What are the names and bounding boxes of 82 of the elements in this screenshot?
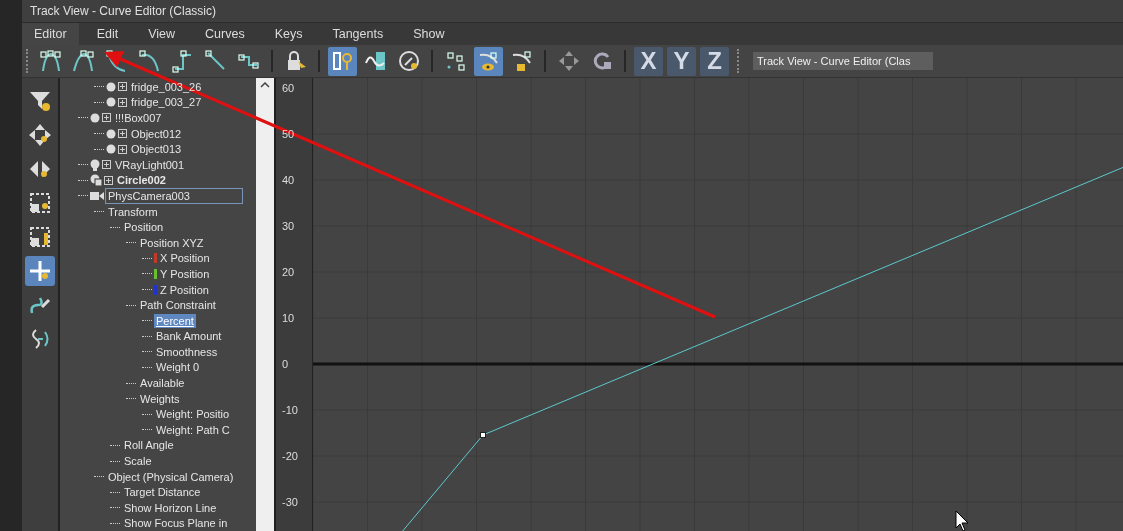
- scrollbar[interactable]: [256, 78, 274, 531]
- tree-item[interactable]: Show Focus Plane in: [122, 516, 230, 531]
- wave-icon: [363, 49, 388, 73]
- add-keys-icon: [28, 259, 52, 283]
- tree-item[interactable]: fridge_003_27: [129, 95, 204, 110]
- axis-label: -20: [281, 450, 298, 462]
- tree-item[interactable]: Scale: [122, 454, 154, 469]
- axis-label: -30: [281, 496, 298, 508]
- scroll-up-icon[interactable]: [260, 82, 270, 88]
- key-icon: [330, 49, 355, 73]
- curve-key[interactable]: [480, 432, 486, 438]
- name-field[interactable]: Track View - Curve Editor (Clas: [753, 52, 933, 70]
- expand-icon[interactable]: [102, 113, 111, 123]
- tree-item[interactable]: Object (Physical Camera): [106, 469, 236, 484]
- tree-item[interactable]: Weight: Positio: [154, 407, 232, 422]
- sphere-icon: [106, 97, 116, 108]
- tree-item[interactable]: X Position: [158, 251, 212, 266]
- axis-label: 60: [281, 82, 295, 94]
- tree-item[interactable]: Weight: Path C: [154, 422, 232, 437]
- sphere-icon: [90, 113, 100, 123]
- tree-item[interactable]: Weight 0: [154, 360, 202, 375]
- sphere-icon: [106, 81, 116, 92]
- tree-item[interactable]: Y Position: [158, 266, 212, 281]
- axis-lock-button[interactable]: Y: [667, 46, 696, 76]
- expand-icon[interactable]: [118, 144, 127, 154]
- tree-item[interactable]: Transform: [106, 204, 160, 219]
- sphere-icon: [106, 144, 116, 155]
- tree-item[interactable]: Path Constraint: [138, 298, 218, 313]
- sphere-icon: [106, 128, 116, 139]
- tree-item[interactable]: Object012: [129, 126, 184, 141]
- window-title: Track View - Curve Editor (Classic): [30, 4, 217, 18]
- filter-icon: [28, 89, 52, 113]
- menu-item[interactable]: Show: [401, 23, 457, 45]
- toolbar-button[interactable]: [328, 46, 357, 76]
- menu-item[interactable]: Editor: [22, 23, 79, 45]
- curve-key-icon: [38, 49, 63, 73]
- axis-label: 20: [281, 266, 295, 278]
- tree-item[interactable]: Target Distance: [122, 485, 203, 500]
- expand-icon[interactable]: [102, 160, 111, 170]
- menu-item[interactable]: Keys: [262, 23, 315, 45]
- menu-item[interactable]: Curves: [193, 23, 257, 45]
- expand-icon[interactable]: [118, 82, 127, 92]
- axis-lock-button[interactable]: X: [634, 46, 663, 76]
- tree-item[interactable]: !!!Box007: [113, 111, 164, 125]
- tree-item[interactable]: PhysCamera003: [106, 188, 242, 203]
- scale-values-icon: [28, 225, 52, 249]
- tree-item[interactable]: Position XYZ: [138, 235, 206, 250]
- axis-label: -10: [281, 404, 298, 416]
- axis-label: 30: [281, 220, 295, 232]
- bulb-icon: [90, 158, 100, 171]
- curve-key-icon: [137, 49, 162, 73]
- tree-item[interactable]: Circle002: [115, 173, 168, 188]
- expand-icon[interactable]: [118, 129, 127, 139]
- tree-item[interactable]: Z Position: [158, 282, 211, 297]
- tree-item[interactable]: Show Horizon Line: [122, 500, 219, 515]
- move-keys-icon: [28, 123, 52, 147]
- shape-icon: [90, 174, 102, 187]
- gauge-icon: [396, 49, 421, 73]
- side-tool-button[interactable]: [25, 256, 55, 286]
- camera-icon: [90, 190, 104, 201]
- expand-icon[interactable]: [104, 175, 113, 185]
- menu-item[interactable]: Edit: [84, 23, 131, 45]
- curve-key-icon: [71, 49, 96, 73]
- tree-item[interactable]: Position: [122, 220, 166, 235]
- axis-label: 0: [281, 358, 289, 370]
- toolbar-button[interactable]: [474, 46, 503, 76]
- tree-item[interactable]: VRayLight001: [113, 157, 187, 172]
- tree-item[interactable]: Available: [138, 376, 187, 391]
- menu-item[interactable]: View: [136, 23, 188, 45]
- tree-item[interactable]: Roll Angle: [122, 438, 176, 453]
- axis-label: 10: [281, 312, 295, 324]
- tree-item[interactable]: Smoothness: [154, 344, 220, 359]
- menu-item[interactable]: Tangents: [320, 23, 396, 45]
- tree-item[interactable]: Bank Amount: [154, 329, 224, 344]
- axis-label: 40: [281, 174, 295, 186]
- tree-item[interactable]: Weights: [138, 391, 182, 406]
- tree-item[interactable]: Object013: [129, 142, 184, 157]
- tree-item[interactable]: Percent: [154, 313, 196, 328]
- expand-icon[interactable]: [118, 97, 127, 107]
- mouse-cursor-icon: [955, 510, 969, 531]
- scale-keys-icon: [28, 191, 52, 215]
- axis-lock-button[interactable]: Z: [700, 46, 729, 76]
